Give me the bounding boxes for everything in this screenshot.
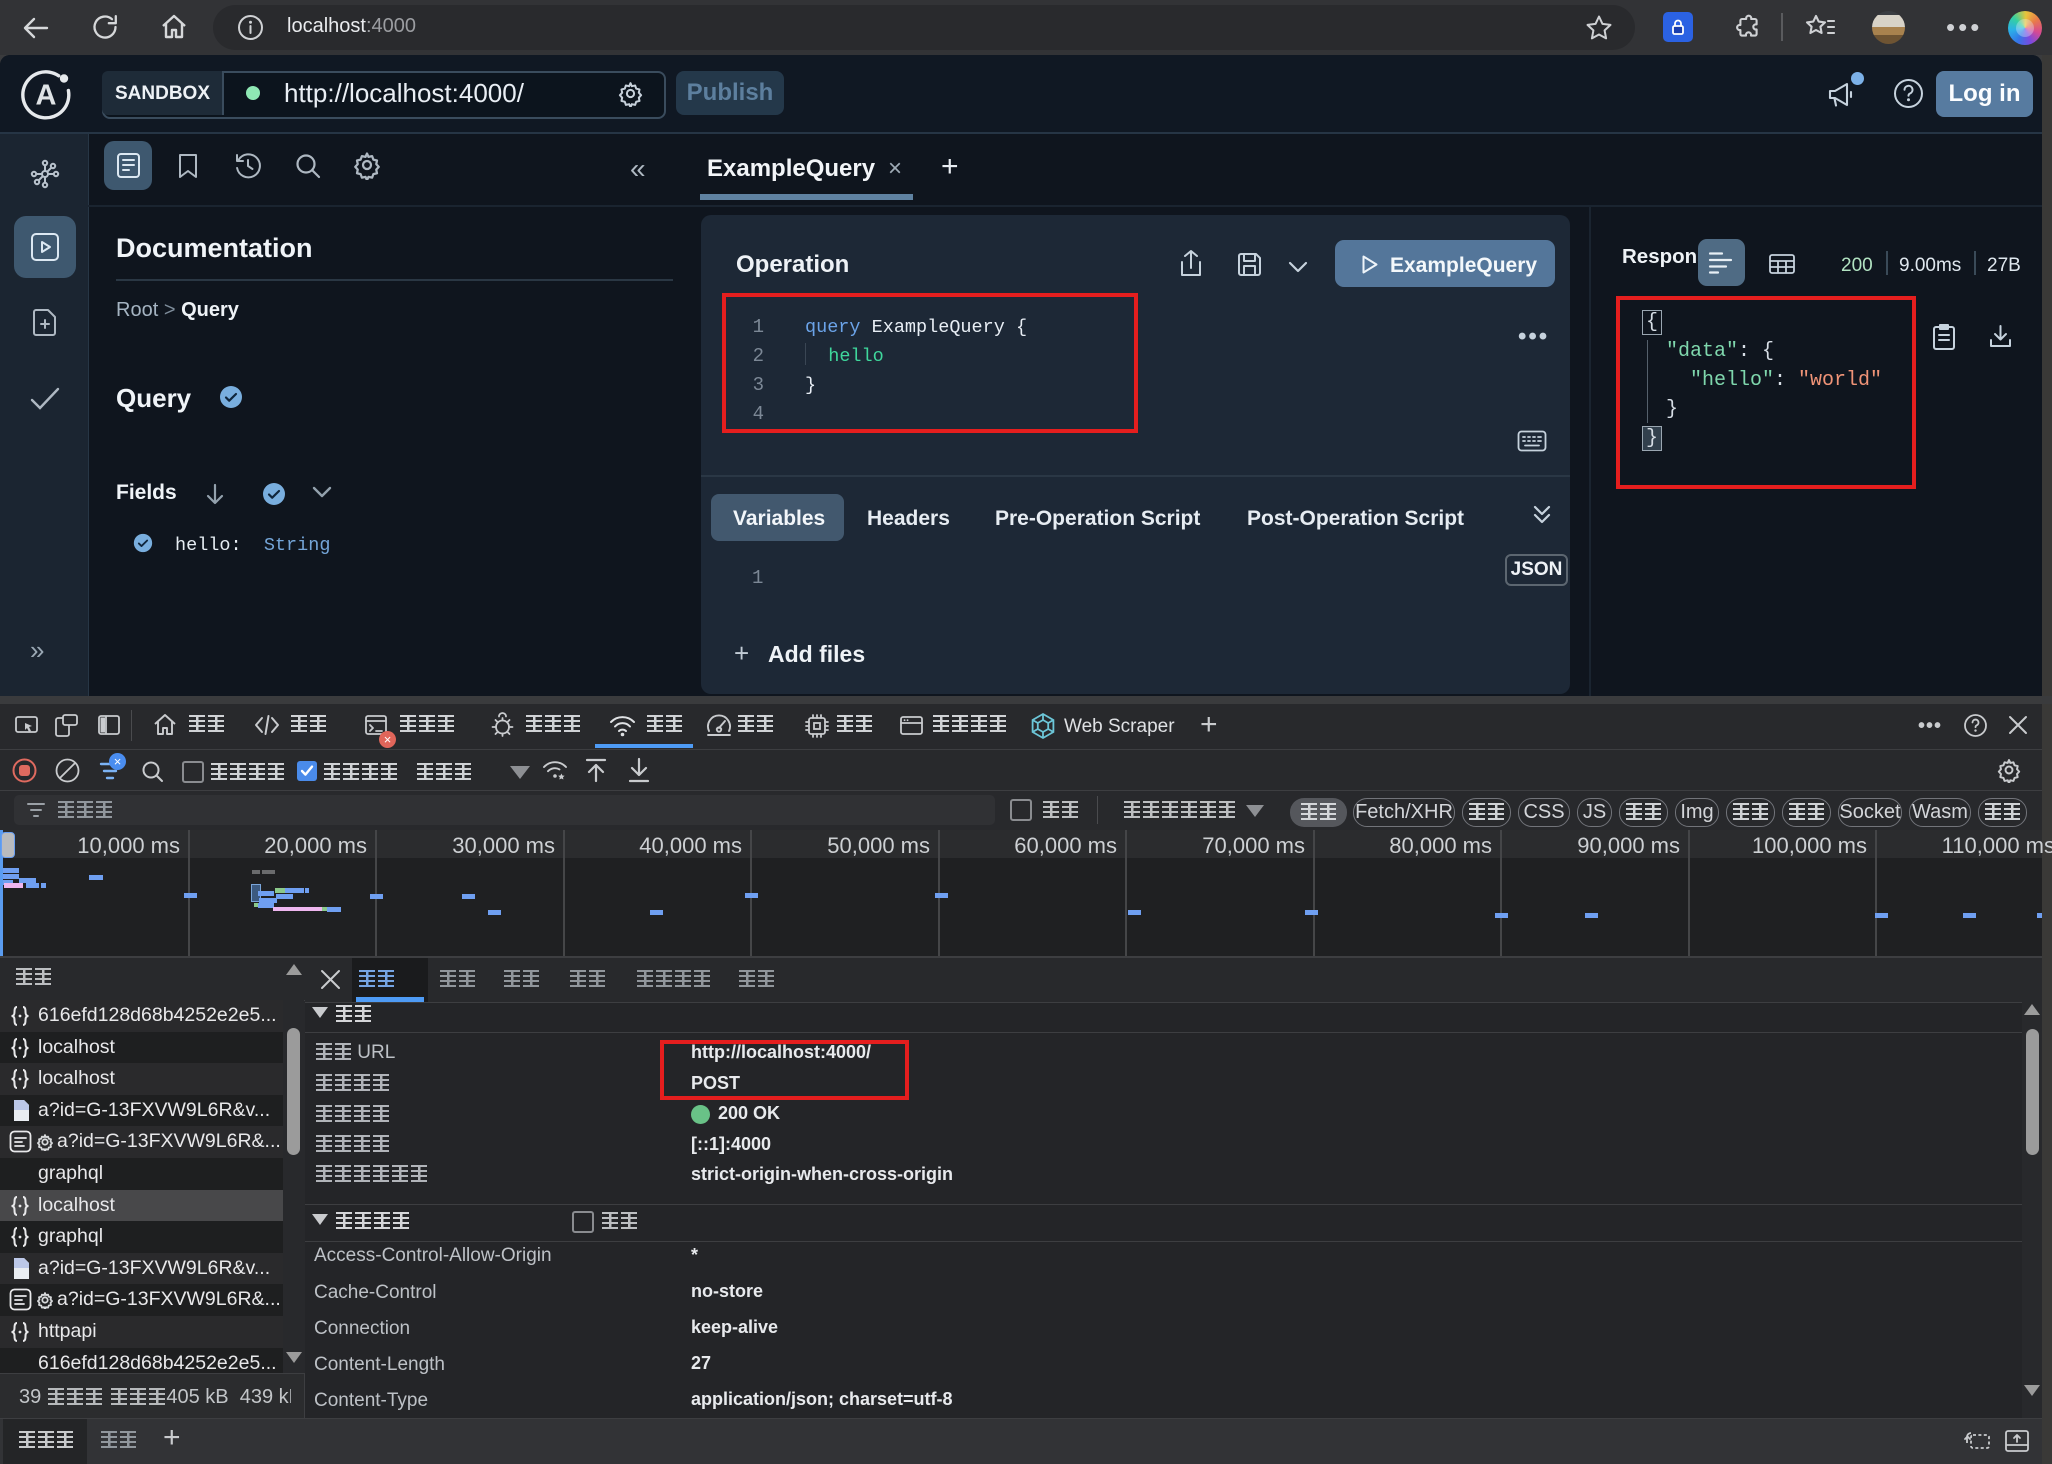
svg-text:A: A [36, 80, 57, 112]
